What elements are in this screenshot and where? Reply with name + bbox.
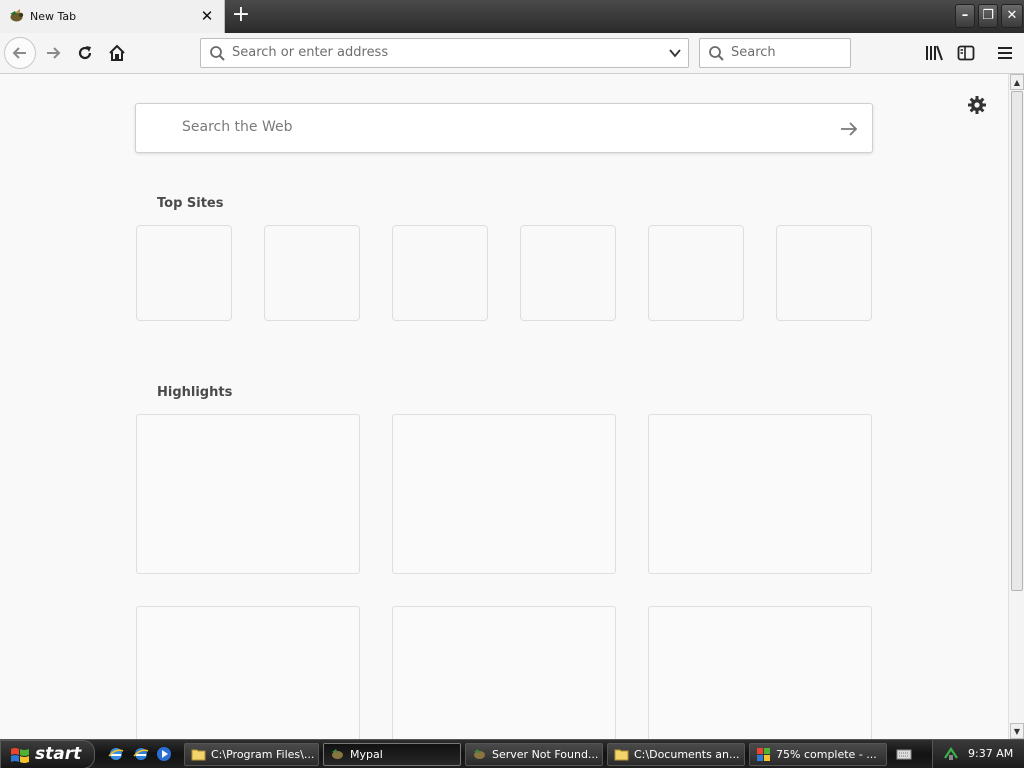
network-icon[interactable]: [943, 746, 959, 762]
search-bar[interactable]: [699, 38, 851, 68]
menu-button[interactable]: [991, 40, 1019, 66]
ie-icon[interactable]: [133, 746, 149, 762]
top-site-tile[interactable]: [264, 225, 360, 321]
vertical-scrollbar[interactable]: ▲ ▼: [1008, 74, 1024, 739]
address-input[interactable]: [232, 45, 652, 60]
media-player-icon[interactable]: [156, 746, 172, 762]
library-icon: [926, 45, 943, 61]
scroll-down-icon[interactable]: ▼: [1010, 723, 1024, 739]
task-label: Server Not Found...: [492, 748, 599, 761]
folder-icon: [614, 749, 629, 761]
top-site-tile[interactable]: [648, 225, 744, 321]
search-icon: [709, 46, 724, 61]
highlight-card[interactable]: [648, 414, 872, 574]
highlight-card[interactable]: [136, 414, 360, 574]
highlight-card[interactable]: [136, 606, 360, 739]
task-label: C:\Documents an...: [634, 748, 740, 761]
system-tray: 9:37 AM: [932, 740, 1024, 768]
address-bar[interactable]: [200, 38, 689, 68]
highlight-card[interactable]: [648, 606, 872, 739]
highlights-heading: Highlights: [157, 385, 233, 400]
taskbar-button-download-progress[interactable]: 75% complete - ...: [749, 743, 887, 766]
new-tab-button[interactable]: +: [229, 4, 253, 28]
task-label: Mypal: [350, 748, 383, 761]
windows-logo-icon: [11, 748, 29, 763]
search-input[interactable]: [731, 45, 841, 60]
taskbar-button-documents[interactable]: C:\Documents an...: [607, 743, 745, 766]
forward-button[interactable]: [38, 39, 68, 67]
start-button[interactable]: start: [0, 740, 95, 768]
tab-title: New Tab: [30, 10, 77, 23]
hamburger-menu-icon: [998, 47, 1012, 59]
library-button[interactable]: [920, 40, 948, 66]
chevron-down-icon[interactable]: [668, 46, 682, 60]
sidebar-icon: [957, 45, 975, 61]
top-site-tile[interactable]: [392, 225, 488, 321]
start-label: start: [35, 744, 82, 764]
window-close-button[interactable]: ✕: [1001, 4, 1023, 28]
mypal-icon: [10, 9, 24, 22]
web-search-box[interactable]: [135, 103, 873, 153]
mypal-icon: [474, 749, 485, 759]
home-icon: [109, 44, 125, 61]
search-icon: [210, 46, 225, 61]
taskbar-button-program-files[interactable]: C:\Program Files\...: [184, 743, 319, 766]
new-tab-page: Top Sites Highlights: [0, 74, 1008, 739]
sidebar-button[interactable]: [952, 40, 980, 66]
taskbar-button-mypal[interactable]: Mypal: [323, 743, 461, 766]
reload-button[interactable]: [70, 39, 100, 67]
top-site-tile[interactable]: [520, 225, 616, 321]
clock[interactable]: 9:37 AM: [968, 747, 1013, 760]
highlight-card[interactable]: [392, 414, 616, 574]
gear-icon[interactable]: [966, 94, 988, 116]
highlight-card[interactable]: [392, 606, 616, 739]
top-sites-heading: Top Sites: [157, 196, 224, 211]
minimize-button[interactable]: –: [955, 4, 975, 28]
home-button[interactable]: [102, 39, 132, 67]
navigation-toolbar: [0, 33, 1024, 74]
reload-icon: [78, 46, 92, 60]
folder-icon: [191, 749, 206, 761]
back-button[interactable]: [4, 37, 36, 69]
tab-new-tab[interactable]: New Tab ✕: [0, 0, 225, 33]
scroll-thumb[interactable]: [1011, 91, 1023, 591]
arrow-right-icon[interactable]: [838, 118, 860, 140]
task-label: C:\Program Files\...: [211, 748, 315, 761]
arrow-right-icon: [47, 47, 61, 59]
taskbar-button-server-not-found[interactable]: Server Not Found...: [465, 743, 603, 766]
top-site-tile[interactable]: [136, 225, 232, 321]
keyboard-icon[interactable]: [896, 747, 912, 761]
taskbar: start C:\Program Files\... Mypal Server …: [0, 739, 1024, 768]
tab-strip: New Tab ✕ + – ❐ ✕: [0, 0, 1024, 33]
ie-icon[interactable]: [108, 746, 124, 762]
tab-close-icon[interactable]: ✕: [199, 8, 215, 24]
windows-icon: [757, 748, 770, 761]
top-sites-grid: [136, 225, 876, 325]
top-site-tile[interactable]: [776, 225, 872, 321]
restore-button[interactable]: ❐: [978, 4, 998, 28]
mypal-icon: [332, 749, 343, 759]
web-search-input[interactable]: [182, 119, 802, 135]
arrow-left-icon: [12, 47, 26, 59]
scroll-up-icon[interactable]: ▲: [1010, 74, 1024, 90]
task-label: 75% complete - ...: [776, 748, 877, 761]
